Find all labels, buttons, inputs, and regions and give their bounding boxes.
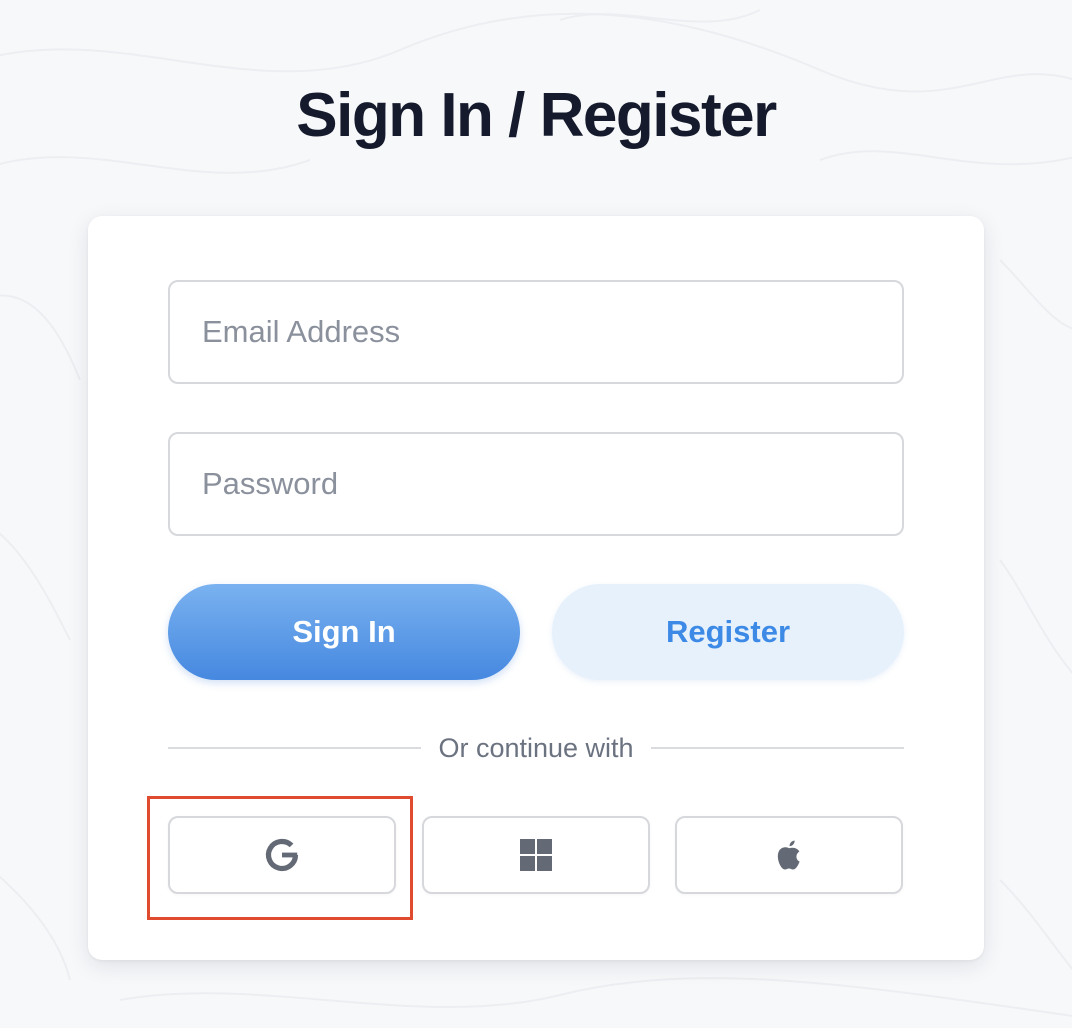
social-divider: Or continue with — [168, 728, 904, 768]
email-field[interactable] — [168, 280, 904, 384]
sign-in-button[interactable]: Sign In — [168, 584, 520, 680]
password-field[interactable] — [168, 432, 904, 536]
windows-signin-button[interactable] — [422, 816, 650, 894]
google-signin-button[interactable] — [168, 816, 396, 894]
windows-icon — [520, 839, 552, 871]
divider-line-right — [650, 747, 904, 749]
page-title: Sign In / Register — [296, 81, 777, 150]
apple-icon — [777, 840, 800, 870]
apple-signin-button[interactable] — [675, 816, 903, 894]
divider-line-left — [168, 747, 422, 749]
google-icon — [265, 838, 299, 872]
divider-text: Or continue with — [438, 732, 634, 763]
register-button[interactable]: Register — [552, 584, 904, 680]
auth-card: Sign In Register Or continue with — [88, 216, 984, 960]
